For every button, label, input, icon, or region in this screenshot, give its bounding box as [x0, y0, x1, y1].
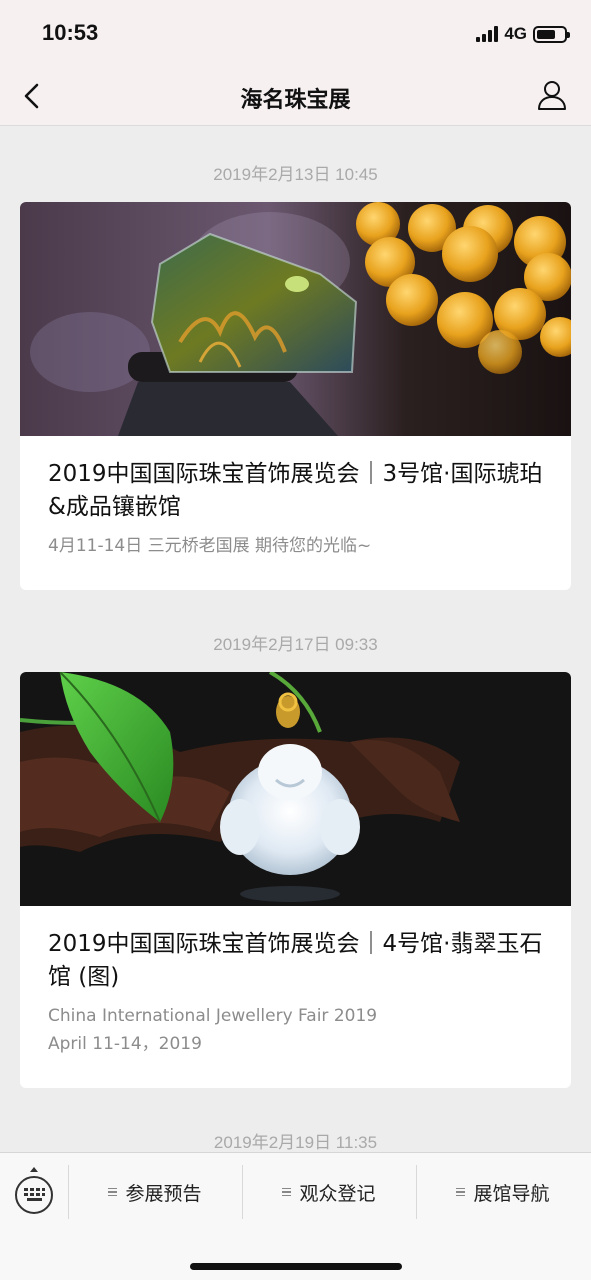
menu-item-venue-navigation[interactable]: 展馆导航 [416, 1153, 590, 1231]
amber-specimen-and-beads-photo [20, 202, 571, 436]
nav-bar: 海名珠宝展 [0, 68, 591, 126]
menu-item-label: 参展预告 [125, 1182, 202, 1205]
status-bar: 10:53 4G [0, 0, 591, 68]
article-card[interactable]: 2019中国国际珠宝首饰展览会｜3号馆·国际琥珀&成品镶嵌馆 4月11-14日 … [20, 202, 571, 590]
message-timestamp: 2019年2月19日 11:35 [213, 1133, 378, 1152]
status-time: 10:53 [42, 20, 99, 45]
bottom-menu: 参展预告 观众登记 展馆导航 [0, 1152, 591, 1280]
signal-icon [476, 26, 499, 42]
status-indicators: 4G [476, 24, 570, 44]
article-card[interactable]: 2019中国国际珠宝首饰展览会｜4号馆·翡翠玉石馆 (图) China Inte… [20, 672, 571, 1088]
menu-lines-icon [456, 1187, 466, 1197]
article-description: China International Jewellery Fair 2019 … [48, 1002, 543, 1058]
article-description-line: China International Jewellery Fair 2019 [48, 1006, 378, 1026]
battery-fill [537, 29, 556, 39]
menu-lines-icon [108, 1187, 118, 1197]
keyboard-icon[interactable] [12, 1165, 56, 1217]
home-indicator[interactable] [190, 1263, 402, 1270]
message-timestamp: 2019年2月13日 10:45 [213, 165, 378, 184]
article-title: 2019中国国际珠宝首饰展览会｜3号馆·国际琥珀&成品镶嵌馆 [48, 461, 543, 520]
menu-lines-icon [282, 1187, 292, 1197]
network-label: 4G [504, 24, 527, 43]
menu-item-exhibition-preview[interactable]: 参展预告 [68, 1153, 242, 1231]
jade-buddha-pendant-photo [20, 672, 571, 906]
battery-icon [533, 25, 570, 43]
page-title: 海名珠宝展 [240, 88, 351, 113]
menu-item-label: 观众登记 [299, 1182, 376, 1205]
article-title: 2019中国国际珠宝首饰展览会｜4号馆·翡翠玉石馆 (图) [48, 931, 543, 990]
person-icon[interactable] [535, 78, 569, 112]
message-timestamp: 2019年2月17日 09:33 [213, 635, 378, 654]
article-description: 4月11-14日 三元桥老国展 期待您的光临~ [48, 536, 372, 556]
menu-item-visitor-registration[interactable]: 观众登记 [242, 1153, 416, 1231]
article-description-line: April 11-14，2019 [48, 1034, 202, 1054]
menu-item-label: 展馆导航 [473, 1182, 550, 1205]
